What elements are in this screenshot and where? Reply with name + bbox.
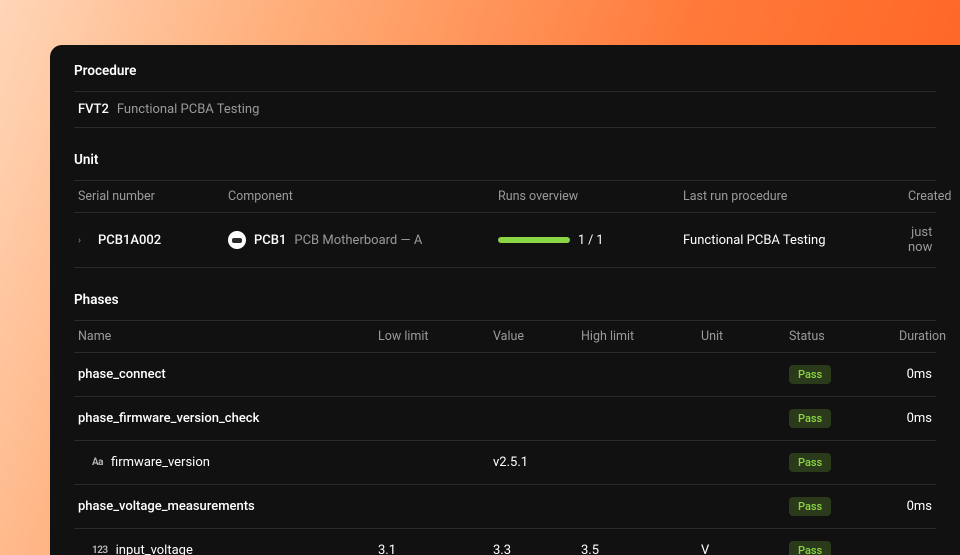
procedure-info-row: FVT2 Functional PCBA Testing	[74, 91, 936, 128]
phase-name: phase_voltage_measurements	[78, 499, 378, 514]
col-low: Low limit	[378, 329, 493, 344]
phase-status-cell: Pass	[789, 497, 899, 516]
phase-sub-name: Aa firmware_version	[78, 455, 378, 470]
unit-serial-cell: › PCB1A002	[78, 233, 228, 248]
progress-bar	[498, 237, 570, 243]
phases-table-header: Name Low limit Value High limit Unit Sta…	[74, 320, 936, 353]
col-duration: Duration	[899, 329, 946, 344]
col-serial: Serial number	[78, 189, 228, 204]
phase-row[interactable]: phase_voltage_measurements Pass 0ms	[74, 485, 936, 529]
phase-row[interactable]: phase_connect Pass 0ms	[74, 353, 936, 397]
procedure-title: Procedure	[74, 63, 936, 79]
phase-row[interactable]: phase_firmware_version_check Pass 0ms	[74, 397, 936, 441]
phase-value: 3.3	[493, 543, 581, 555]
runs-cell: 1 / 1	[498, 233, 683, 248]
status-badge: Pass	[789, 497, 831, 516]
col-created: Created	[908, 189, 951, 204]
phase-status-cell: Pass	[789, 409, 899, 428]
col-value: Value	[493, 329, 581, 344]
unit-serial-value: PCB1A002	[98, 233, 161, 248]
runs-count: 1 / 1	[578, 233, 603, 248]
phase-row[interactable]: Aa firmware_version v2.5.1 Pass	[74, 441, 936, 485]
col-runs: Runs overview	[498, 189, 683, 204]
procedure-name: Functional PCBA Testing	[117, 102, 260, 117]
main-panel: Procedure FVT2 Functional PCBA Testing U…	[50, 45, 960, 555]
phase-sub-label: firmware_version	[111, 455, 210, 470]
phase-duration: 0ms	[899, 367, 932, 382]
text-type-icon: Aa	[92, 457, 103, 468]
phase-sub-label: input_voltage	[116, 543, 193, 555]
phase-sub-name: 123 input_voltage	[78, 543, 378, 555]
component-cell: PCB1 PCB Motherboard — A	[228, 231, 498, 249]
phase-unit: V	[701, 543, 789, 555]
phase-row[interactable]: 123 input_voltage 3.13.33.5VPass	[74, 529, 936, 555]
created-cell: just now	[908, 225, 932, 255]
procedure-code: FVT2	[78, 102, 109, 117]
phase-status-cell: Pass	[789, 453, 899, 472]
phase-high: 3.5	[581, 543, 701, 555]
phases-table: Name Low limit Value High limit Unit Sta…	[74, 320, 936, 555]
col-unit: Unit	[701, 329, 789, 344]
unit-table: Serial number Component Runs overview La…	[74, 180, 936, 268]
unit-row[interactable]: › PCB1A002 PCB1 PCB Motherboard — A 1 / …	[74, 213, 936, 268]
phase-name: phase_connect	[78, 367, 378, 382]
phases-body: phase_connectPass0msphase_firmware_versi…	[74, 353, 936, 555]
chevron-right-icon[interactable]: ›	[78, 235, 88, 246]
col-status: Status	[789, 329, 899, 344]
status-badge: Pass	[789, 541, 831, 555]
col-name: Name	[78, 329, 378, 344]
col-component: Component	[228, 189, 498, 204]
procedure-section: Procedure FVT2 Functional PCBA Testing	[74, 63, 936, 128]
col-lastrun: Last run procedure	[683, 189, 908, 204]
phases-section: Phases Name Low limit Value High limit U…	[74, 292, 936, 555]
unit-table-header: Serial number Component Runs overview La…	[74, 180, 936, 213]
phase-value: v2.5.1	[493, 455, 581, 470]
unit-title: Unit	[74, 152, 936, 168]
phase-name: phase_firmware_version_check	[78, 411, 378, 426]
col-high: High limit	[581, 329, 701, 344]
component-desc: PCB Motherboard — A	[294, 233, 422, 248]
phase-duration: 0ms	[899, 499, 932, 514]
unit-section: Unit Serial number Component Runs overvi…	[74, 152, 936, 268]
phase-duration: 0ms	[899, 411, 932, 426]
component-chip-icon	[228, 231, 246, 249]
component-name: PCB1	[254, 233, 286, 248]
status-badge: Pass	[789, 453, 831, 472]
status-badge: Pass	[789, 365, 831, 384]
phases-title: Phases	[74, 292, 936, 308]
phase-status-cell: Pass	[789, 365, 899, 384]
status-badge: Pass	[789, 409, 831, 428]
number-type-icon: 123	[92, 545, 108, 555]
last-run-cell: Functional PCBA Testing	[683, 233, 908, 248]
phase-low: 3.1	[378, 543, 493, 555]
phase-status-cell: Pass	[789, 541, 899, 555]
